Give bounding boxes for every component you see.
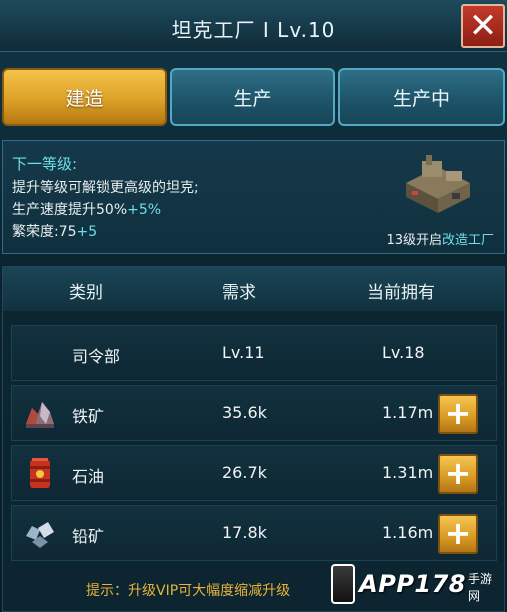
factory-building-icon [406, 155, 470, 213]
row-owned: 1.17m [382, 403, 434, 422]
speed-bonus-text: 生产速度提升50% [12, 202, 128, 218]
unlock-prefix: 13级开启 [386, 233, 442, 248]
title-bar: 坦克工厂 I Lv.10 ✕ [0, 0, 507, 52]
watermark: APP178 手游网 [331, 558, 501, 610]
table-row: 石油 26.7k 1.31m + [11, 445, 497, 501]
header-category: 类别 [69, 283, 103, 303]
next-level-panel: 下一等级: 提升等级可解锁更高级的坦克; 生产速度提升50%+5% 繁荣度:75… [2, 140, 505, 254]
add-iron-button[interactable]: + [438, 394, 478, 434]
next-level-heading: 下一等级: [12, 155, 78, 173]
tab-produce[interactable]: 生产 [170, 68, 335, 126]
factory-window: 坦克工厂 I Lv.10 ✕ 建造 生产 生产中 下一等级: 提升等级可解锁更高… [0, 0, 507, 612]
add-oil-button[interactable]: + [438, 454, 478, 494]
plus-icon: + [444, 454, 472, 492]
table-row: 司令部 Lv.11 Lv.18 [11, 325, 497, 381]
upgrade-factory-link[interactable]: 改造工厂 [442, 233, 494, 248]
add-lead-button[interactable]: + [438, 514, 478, 554]
row-owned: Lv.18 [382, 343, 425, 362]
table-header: 类别 需求 当前拥有 [3, 267, 504, 311]
row-required: Lv.11 [222, 343, 265, 362]
vip-tip: 提示：升级VIP可大幅度缩减升级 [86, 583, 291, 599]
lead-ore-icon [26, 522, 54, 548]
row-name: 铁矿 [72, 407, 105, 426]
prosperity-text: 繁荣度:75 [12, 224, 77, 240]
row-required: 35.6k [222, 403, 267, 422]
oil-barrel-icon [30, 458, 50, 488]
tab-in-production[interactable]: 生产中 [338, 68, 505, 126]
prosperity: 繁荣度:75+5 [12, 221, 97, 241]
watermark-sub: 手游网 [468, 572, 493, 603]
prosperity-increase: +5 [76, 224, 98, 240]
header-owned: 当前拥有 [367, 283, 435, 303]
watermark-main: APP178 [359, 570, 467, 598]
speed-bonus-increase: +5% [127, 202, 162, 218]
close-icon: ✕ [468, 6, 498, 46]
unlock-hint: 13级开启改造工厂 [386, 229, 494, 248]
speed-bonus: 生产速度提升50%+5% [12, 199, 161, 219]
row-name: 石油 [72, 467, 105, 486]
table-row: 铁矿 35.6k 1.17m + [11, 385, 497, 441]
row-name: 铅矿 [72, 527, 105, 546]
plus-icon: + [444, 394, 472, 432]
window-title: 坦克工厂 I Lv.10 [171, 18, 336, 42]
row-owned: 1.16m [382, 523, 434, 542]
row-owned: 1.31m [382, 463, 434, 482]
tab-build[interactable]: 建造 [2, 68, 167, 126]
unlock-description: 提升等级可解锁更高级的坦克; [12, 180, 199, 196]
row-required: 26.7k [222, 463, 267, 482]
row-required: 17.8k [222, 523, 267, 542]
tab-bar: 建造 生产 生产中 [0, 68, 507, 128]
header-required: 需求 [222, 283, 256, 303]
iron-ore-icon [26, 402, 54, 428]
row-name: 司令部 [72, 347, 121, 366]
phone-logo-icon [331, 564, 356, 604]
table-row: 铅矿 17.8k 1.16m + [11, 505, 497, 561]
plus-icon: + [444, 514, 472, 552]
close-button[interactable]: ✕ [461, 4, 505, 48]
